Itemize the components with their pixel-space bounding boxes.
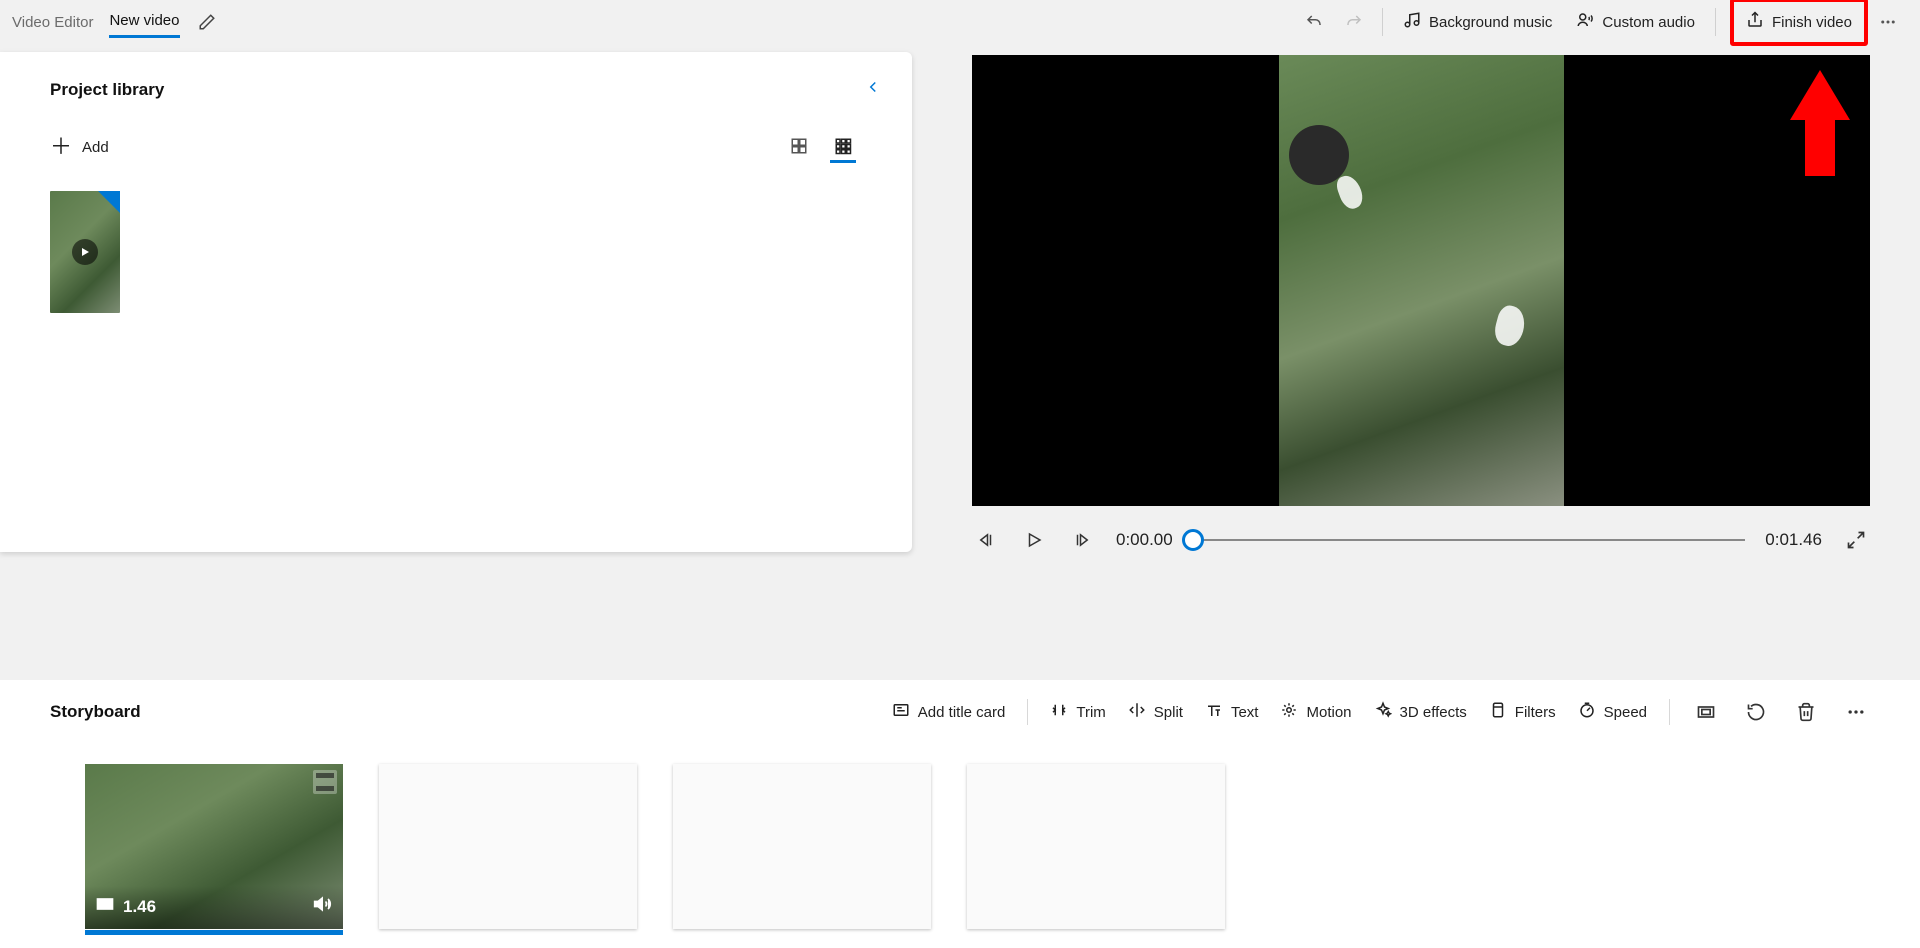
trim-label: Trim [1076,704,1105,721]
delete-button[interactable] [1792,698,1820,726]
play-button[interactable] [1020,526,1048,554]
3d-effects-label: 3D effects [1400,704,1467,721]
finish-video-button[interactable]: Finish video [1734,2,1864,42]
seek-slider[interactable] [1193,528,1746,552]
rename-button[interactable] [198,13,216,31]
more-button[interactable] [1868,2,1908,42]
split-label: Split [1154,704,1183,721]
finish-video-label: Finish video [1772,14,1852,31]
background-music-button[interactable]: Background music [1391,2,1564,42]
main-area: Project library ＋ Add [0,44,1920,554]
split-button[interactable]: Split [1128,701,1183,723]
clip-duration-value: 1.46 [123,897,156,917]
aspect-ratio-button[interactable] [1692,698,1720,726]
trim-button[interactable]: Trim [1050,701,1105,723]
background-music-label: Background music [1429,14,1552,31]
grid-small-view-button[interactable] [830,131,856,163]
view-toggle-group [786,131,856,163]
trim-icon [1050,701,1068,723]
library-clip-thumbnail[interactable] [50,191,120,313]
total-time: 0:01.46 [1765,530,1822,550]
motion-label: Motion [1306,704,1351,721]
separator [1382,8,1383,36]
project-library-panel: Project library ＋ Add [0,52,912,552]
video-corner-badge [98,191,120,213]
storyboard-clip[interactable]: 1.46 [85,764,343,929]
add-title-card-label: Add title card [918,704,1006,721]
separator [1715,8,1716,36]
breadcrumb: Video Editor New video [12,6,180,38]
redo-button[interactable] [1334,2,1374,42]
preview-column: 0:00.00 0:01.46 [912,52,1920,554]
text-icon [1205,701,1223,723]
text-label: Text [1231,704,1259,721]
plus-icon: ＋ [50,136,72,158]
undo-button[interactable] [1294,2,1334,42]
separator [1669,699,1670,725]
add-label: Add [82,139,109,156]
video-preview[interactable] [972,55,1870,506]
play-overlay-icon [72,239,98,265]
sparkle-icon [1374,701,1392,723]
share-export-icon [1746,11,1764,33]
fullscreen-button[interactable] [1842,526,1870,554]
storyboard-section: Storyboard Add title card Trim Split Tex… [0,680,1920,948]
grid-large-view-button[interactable] [786,131,812,163]
breadcrumb-root[interactable]: Video Editor [12,14,93,31]
person-audio-icon [1576,11,1594,33]
storyboard-title: Storyboard [50,702,141,722]
breadcrumb-current[interactable]: New video [109,12,179,38]
separator [1027,699,1028,725]
3d-effects-button[interactable]: 3D effects [1374,701,1467,723]
speed-button[interactable]: Speed [1578,701,1647,723]
music-note-icon [1403,11,1421,33]
storyboard-clips: 1.46 [50,764,1870,929]
storyboard-toolbar: Add title card Trim Split Text Motion [892,698,1870,726]
motion-icon [1280,701,1298,723]
clip-volume-button[interactable] [313,894,333,919]
rotate-button[interactable] [1742,698,1770,726]
finish-video-highlight: Finish video [1730,0,1868,46]
text-button[interactable]: Text [1205,701,1259,723]
letterbox-badge-icon [313,770,337,794]
prev-frame-button[interactable] [972,526,1000,554]
storyboard-empty-slot[interactable] [967,764,1225,929]
speed-icon [1578,701,1596,723]
collapse-library-button[interactable] [864,78,882,101]
current-time: 0:00.00 [1116,530,1173,550]
filmstrip-icon [95,894,115,919]
split-icon [1128,701,1146,723]
preview-controls: 0:00.00 0:01.46 [972,526,1870,554]
top-toolbar: Video Editor New video Background music … [0,0,1920,44]
preview-content [1279,55,1564,506]
storyboard-empty-slot[interactable] [673,764,931,929]
add-title-card-button[interactable]: Add title card [892,701,1006,723]
add-media-button[interactable]: ＋ Add [50,136,109,158]
filters-label: Filters [1515,704,1556,721]
custom-audio-button[interactable]: Custom audio [1564,2,1707,42]
next-frame-button[interactable] [1068,526,1096,554]
storyboard-empty-slot[interactable] [379,764,637,929]
speed-label: Speed [1604,704,1647,721]
clip-duration[interactable]: 1.46 [95,894,156,919]
filters-button[interactable]: Filters [1489,701,1556,723]
filters-icon [1489,701,1507,723]
title-card-icon [892,701,910,723]
seek-thumb[interactable] [1182,529,1204,551]
project-library-title: Project library [50,80,164,100]
custom-audio-label: Custom audio [1602,14,1695,31]
motion-button[interactable]: Motion [1280,701,1351,723]
storyboard-more-button[interactable] [1842,698,1870,726]
